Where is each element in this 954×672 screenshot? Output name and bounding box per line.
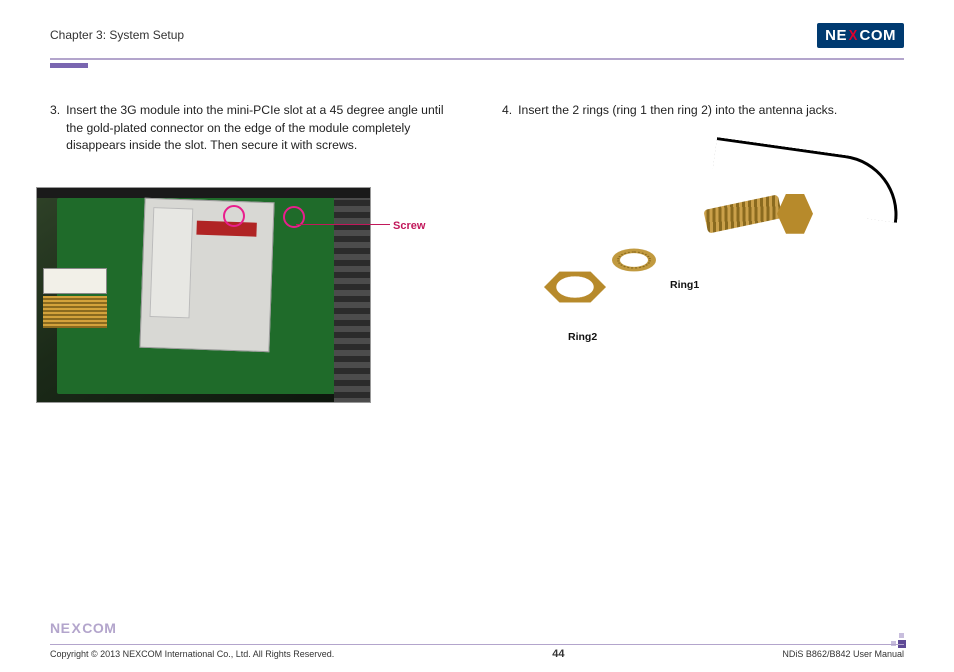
connector-pins	[43, 296, 107, 328]
copyright-text: Copyright © 2013 NEXCOM International Co…	[50, 649, 334, 659]
header-rule-accent	[50, 63, 88, 68]
footer-logo-ne: NE	[50, 620, 70, 636]
footer-row: Copyright © 2013 NEXCOM International Co…	[50, 648, 904, 660]
screw-label: Screw	[393, 219, 425, 235]
step-3: 3. Insert the 3G module into the mini-PC…	[50, 102, 452, 155]
right-column: 4. Insert the 2 rings (ring 1 then ring …	[502, 102, 904, 403]
logo-text-com: COM	[860, 27, 897, 44]
logo-text-ne: NE	[825, 27, 847, 44]
manual-page: Chapter 3: System Setup NE X COM 3. Inse…	[0, 0, 954, 672]
step-4-text: Insert the 2 rings (ring 1 then ring 2) …	[518, 102, 837, 120]
footer-dot-small-1	[899, 633, 904, 638]
chassis-top	[37, 188, 370, 198]
screw-callout-circle-1	[223, 205, 245, 227]
step-4: 4. Insert the 2 rings (ring 1 then ring …	[502, 102, 904, 120]
figure-antenna-rings: Ring1 Ring2	[492, 170, 872, 370]
header-rule	[50, 58, 904, 68]
document-title: NDiS B862/B842 User Manual	[782, 649, 904, 659]
screw-callout-line	[296, 224, 390, 225]
footer-logo-x: X	[71, 620, 81, 636]
3g-module	[139, 198, 274, 352]
sma-hex-nut	[777, 194, 813, 234]
page-footer: NE X COM Copyright © 2013 NEXCOM Interna…	[50, 644, 904, 661]
ring2-label: Ring2	[568, 330, 597, 345]
left-column: 3. Insert the 3G module into the mini-PC…	[50, 102, 452, 403]
header-rule-line	[50, 58, 904, 60]
module-label-strip	[149, 207, 193, 318]
step-3-number: 3.	[50, 102, 60, 155]
content-area: 3. Insert the 3G module into the mini-PC…	[50, 102, 904, 403]
step-3-text: Insert the 3G module into the mini-PCIe …	[66, 102, 452, 155]
mini-pcie-connector	[43, 268, 107, 294]
chapter-title: Chapter 3: System Setup	[50, 28, 184, 42]
figure-module-install: Screw	[36, 187, 381, 403]
chassis-side	[334, 188, 370, 402]
ring1-label: Ring1	[670, 278, 699, 293]
footer-logo: NE X COM	[50, 620, 116, 636]
ring-2-hex	[544, 271, 606, 302]
page-header: Chapter 3: System Setup NE X COM	[50, 18, 904, 52]
logo-text-x: X	[849, 27, 858, 44]
sma-thread	[703, 194, 782, 233]
footer-logo-com: COM	[82, 620, 116, 636]
ring-1	[612, 248, 656, 271]
nexcom-logo: NE X COM	[817, 23, 904, 48]
antenna-jack	[687, 190, 817, 244]
footer-rule	[50, 644, 904, 646]
photo-module	[36, 187, 371, 403]
page-number: 44	[552, 648, 564, 660]
step-4-number: 4.	[502, 102, 512, 120]
